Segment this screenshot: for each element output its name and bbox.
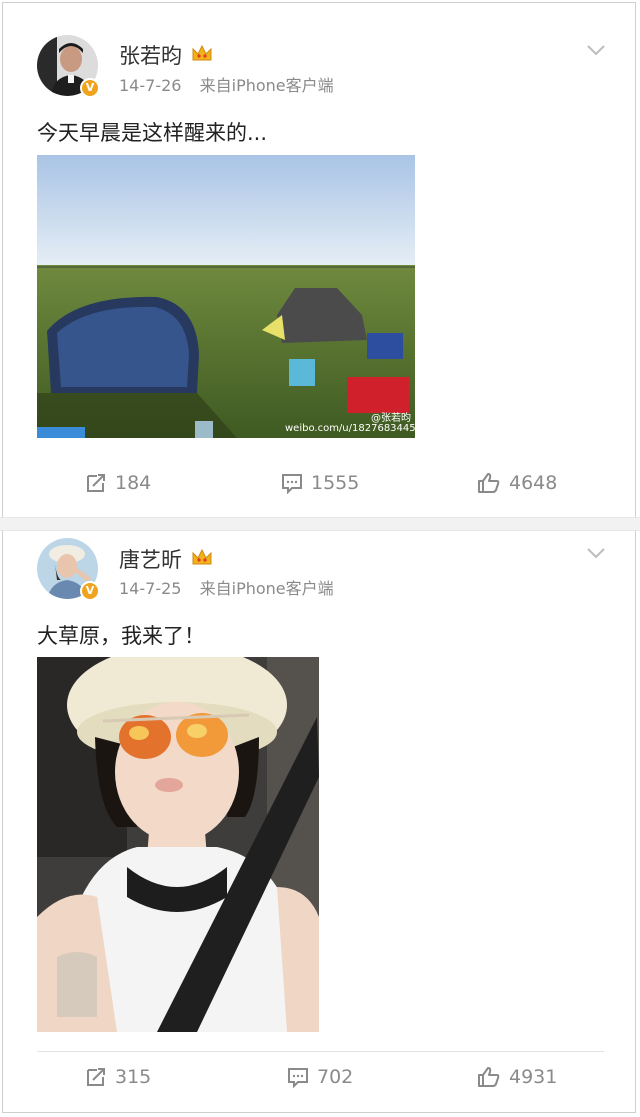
comment-count: 702 (317, 1066, 354, 1088)
post-photo[interactable]: @张若昀 weibo.com/u/1827683445 (37, 155, 415, 438)
crown-icon (191, 44, 213, 62)
like-icon (478, 473, 500, 493)
post-meta: 14-7-26 来自iPhone客户端 (119, 72, 334, 96)
post-source: 来自iPhone客户端 (199, 579, 334, 598)
watermark-user: @张若昀 (371, 413, 411, 424)
action-bar: 315 702 4931 (37, 1057, 604, 1097)
comment-count: 1555 (311, 472, 360, 494)
comment-icon (288, 1068, 308, 1088)
comment-button[interactable]: 1555 (281, 463, 359, 503)
like-count: 4648 (509, 472, 558, 494)
like-count: 4931 (509, 1066, 558, 1088)
comment-button[interactable]: 702 (287, 1057, 353, 1097)
like-icon (478, 1067, 500, 1087)
author-name[interactable]: 张若昀 (119, 40, 182, 70)
watermark-url: weibo.com/u/1827683445 (285, 423, 415, 434)
post-date: 14-7-25 (119, 579, 182, 598)
repost-icon (87, 1068, 105, 1086)
post-meta: 14-7-25 来自iPhone客户端 (119, 575, 334, 599)
post-text: 今天早晨是这样醒来的... (37, 121, 268, 145)
chevron-down-icon[interactable] (586, 545, 606, 559)
verified-badge: V (80, 581, 100, 601)
repost-count: 184 (115, 472, 152, 494)
repost-button[interactable]: 184 (85, 463, 151, 503)
post-date: 14-7-26 (119, 76, 182, 95)
verified-badge: V (80, 78, 100, 98)
post-separator (0, 517, 640, 531)
crown-icon (191, 548, 213, 566)
repost-count: 315 (115, 1066, 152, 1088)
post-photo[interactable] (37, 657, 319, 1032)
comment-icon (282, 474, 302, 494)
post-text: 大草原，我来了！ (37, 624, 205, 648)
action-bar: 184 1555 4648 (37, 463, 604, 503)
like-button[interactable]: 4931 (477, 1057, 557, 1097)
like-button[interactable]: 4648 (477, 463, 557, 503)
chevron-down-icon[interactable] (586, 42, 606, 56)
author-name[interactable]: 唐艺昕 (119, 544, 182, 574)
action-divider (37, 1051, 604, 1052)
post-source: 来自iPhone客户端 (199, 76, 334, 95)
repost-button[interactable]: 315 (85, 1057, 151, 1097)
repost-icon (87, 474, 105, 492)
